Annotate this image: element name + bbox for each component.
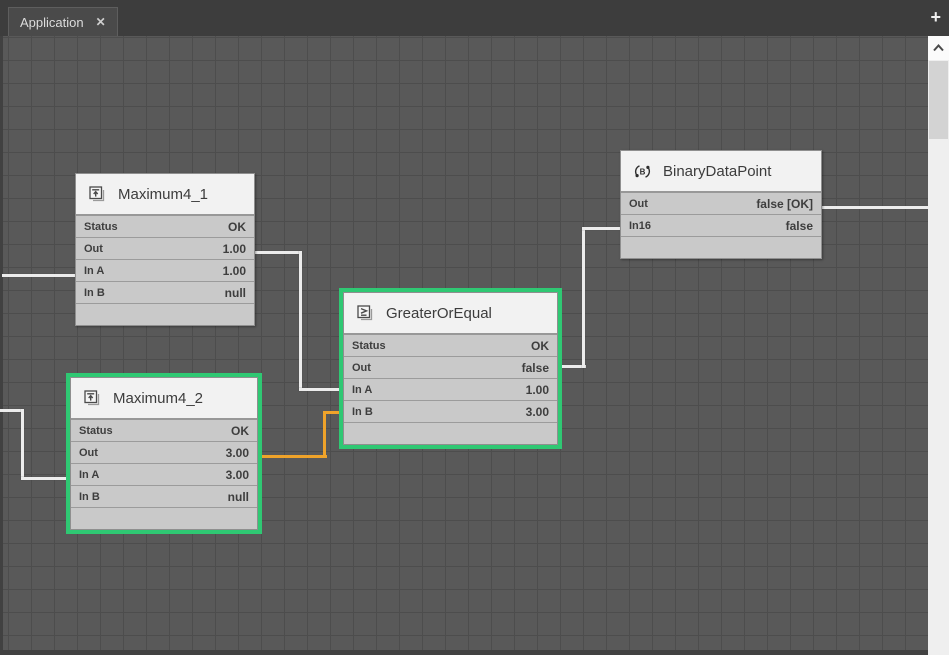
wire-max1out-goeina-h2[interactable] bbox=[299, 388, 343, 391]
block-title: Maximum4_1 bbox=[118, 186, 208, 203]
block-title: GreaterOrEqual bbox=[386, 305, 492, 322]
block-maximum4-1[interactable]: Maximum4_1 Status OK Out 1.00 In A 1.00 … bbox=[75, 173, 255, 326]
block-header[interactable]: Maximum4_2 bbox=[71, 378, 257, 420]
block-header[interactable]: B BinaryDataPoint bbox=[621, 151, 821, 193]
pin-in-a[interactable]: In A 1.00 bbox=[344, 379, 557, 401]
wire-max2out-goeinb-h2[interactable] bbox=[323, 411, 343, 414]
wire-feed-max2-ina-v[interactable] bbox=[21, 409, 24, 480]
pin-out[interactable]: Out false [OK] bbox=[621, 193, 821, 215]
pin-in16[interactable]: In16 false bbox=[621, 215, 821, 237]
pin-status[interactable]: Status OK bbox=[71, 420, 257, 442]
add-tab-icon[interactable]: + bbox=[930, 4, 941, 30]
pin-in-a[interactable]: In A 1.00 bbox=[76, 260, 254, 282]
wire-feed-max1-ina[interactable] bbox=[2, 274, 75, 277]
pin-out[interactable]: Out 3.00 bbox=[71, 442, 257, 464]
block-greater-or-equal[interactable]: GreaterOrEqual Status OK Out false In A … bbox=[343, 292, 558, 445]
scroll-up-button[interactable] bbox=[928, 36, 949, 60]
wire-goeout-bdpin16-h2[interactable] bbox=[582, 227, 620, 230]
pin-in-a[interactable]: In A 3.00 bbox=[71, 464, 257, 486]
scrollbar-thumb[interactable] bbox=[929, 61, 948, 139]
wire-bdpout-offscreen[interactable] bbox=[822, 206, 928, 209]
block-header[interactable]: GreaterOrEqual bbox=[344, 293, 557, 335]
tab-bar: Application ✕ + bbox=[0, 0, 949, 36]
canvas-left-edge bbox=[0, 36, 3, 655]
wire-max1out-goeina-v[interactable] bbox=[299, 251, 302, 391]
canvas-bottom-edge bbox=[0, 650, 928, 655]
block-binary-data-point[interactable]: B BinaryDataPoint Out false [OK] In16 fa… bbox=[620, 150, 822, 259]
greater-or-equal-icon bbox=[356, 304, 375, 323]
pin-status[interactable]: Status OK bbox=[344, 335, 557, 357]
svg-text:B: B bbox=[640, 167, 646, 176]
maximum-icon bbox=[88, 185, 107, 204]
binary-data-point-icon: B bbox=[633, 162, 652, 181]
pin-in-b[interactable]: In B null bbox=[71, 486, 257, 508]
pin-out[interactable]: Out 1.00 bbox=[76, 238, 254, 260]
block-title: BinaryDataPoint bbox=[663, 163, 771, 180]
pin-status[interactable]: Status OK bbox=[76, 216, 254, 238]
block-footer bbox=[621, 237, 821, 258]
block-header[interactable]: Maximum4_1 bbox=[76, 174, 254, 216]
pin-out[interactable]: Out false bbox=[344, 357, 557, 379]
vertical-scrollbar[interactable] bbox=[928, 36, 949, 655]
tab-label: Application bbox=[20, 15, 84, 30]
block-title: Maximum4_2 bbox=[113, 390, 203, 407]
pin-in-b[interactable]: In B 3.00 bbox=[344, 401, 557, 423]
block-footer bbox=[71, 508, 257, 529]
maximum-icon bbox=[83, 389, 102, 408]
block-maximum4-2[interactable]: Maximum4_2 Status OK Out 3.00 In A 3.00 … bbox=[70, 377, 258, 530]
chevron-up-icon bbox=[932, 43, 945, 53]
wire-goeout-bdpin16-v[interactable] bbox=[582, 227, 585, 368]
wire-max1out-goeina-h1[interactable] bbox=[255, 251, 302, 254]
tab-application[interactable]: Application ✕ bbox=[8, 7, 118, 36]
close-icon[interactable]: ✕ bbox=[96, 16, 106, 28]
wire-feed-max2-ina-h2[interactable] bbox=[21, 477, 70, 480]
pin-in-b[interactable]: In B null bbox=[76, 282, 254, 304]
block-footer bbox=[76, 304, 254, 325]
wire-max2out-goeinb-h1[interactable] bbox=[258, 455, 327, 458]
block-footer bbox=[344, 423, 557, 444]
wire-max2out-goeinb-v[interactable] bbox=[323, 411, 326, 458]
wiresheet-canvas[interactable]: Maximum4_1 Status OK Out 1.00 In A 1.00 … bbox=[0, 36, 928, 655]
